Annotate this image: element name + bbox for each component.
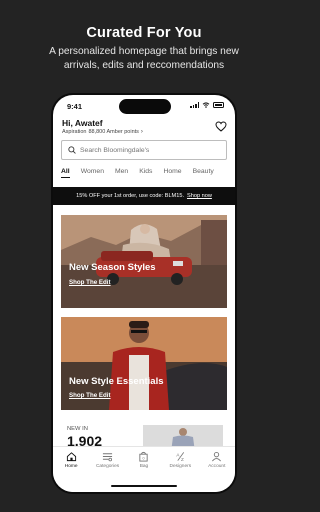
offer-banner: 15% OFF your 1st order, use code: BLM15.… <box>53 187 235 205</box>
nav-label: Designers <box>169 464 192 469</box>
loyalty-status[interactable]: Aspiration 88,800 Amber points › <box>62 129 143 135</box>
nav-label: Home <box>64 464 78 469</box>
promo-card-new-season[interactable]: New Season Styles Shop The Edit <box>61 215 227 308</box>
chevron-right-icon: › <box>140 129 143 135</box>
shop-the-edit-link[interactable]: Shop The Edit <box>69 279 111 286</box>
signal-icon <box>190 102 199 108</box>
loyalty-points: 88,800 Amber points <box>88 129 139 135</box>
nav-home[interactable]: Home <box>54 451 88 492</box>
svg-text:0: 0 <box>143 457 145 461</box>
promo-subtitle: A personalized homepage that brings new … <box>49 46 239 71</box>
home-indicator <box>111 484 177 487</box>
tab-home[interactable]: Home <box>163 168 181 178</box>
status-time: 9:41 <box>67 102 83 111</box>
greeting: Hi, Awatef <box>62 118 103 128</box>
tab-all[interactable]: All <box>61 168 70 178</box>
nav-label: Categories <box>95 464 120 469</box>
tab-men[interactable]: Men <box>115 168 128 178</box>
phone-frame: 9:41 Hi, Awatef Aspiration 88,800 Amber … <box>53 95 235 492</box>
heart-icon[interactable] <box>215 121 227 132</box>
card-title: New Season Styles <box>69 262 156 273</box>
wifi-icon <box>202 102 210 108</box>
promo-card-style-essentials[interactable]: New Style Essentials Shop The Edit <box>61 317 227 410</box>
nav-label: Account <box>208 464 226 469</box>
nav-account[interactable]: Account <box>200 451 234 492</box>
search-input[interactable] <box>80 146 220 154</box>
phone-notch <box>119 99 171 114</box>
designers-icon: A Z <box>176 452 184 462</box>
search-icon <box>68 146 76 154</box>
tab-women[interactable]: Women <box>81 168 104 178</box>
home-icon <box>66 452 76 462</box>
battery-icon <box>213 102 224 108</box>
promo-title: Curated For You <box>86 25 202 41</box>
svg-text:Z: Z <box>181 457 184 462</box>
svg-text:A: A <box>176 453 180 458</box>
categories-icon <box>102 453 113 462</box>
new-in-label: NEW IN <box>67 426 88 432</box>
card-title: New Style Essentials <box>69 376 164 387</box>
status-icons <box>190 102 224 108</box>
nav-label: Bag <box>139 464 149 469</box>
tab-kids[interactable]: Kids <box>139 168 152 178</box>
shop-the-edit-link[interactable]: Shop The Edit <box>69 392 111 399</box>
tab-beauty[interactable]: Beauty <box>193 168 214 178</box>
account-icon <box>212 452 222 462</box>
search-bar[interactable] <box>61 140 227 160</box>
offer-shop-now-link[interactable]: Shop now <box>187 193 212 199</box>
loyalty-tier: Aspiration <box>62 129 87 135</box>
offer-text: 15% OFF your 1st order, use code: BLM15. <box>76 193 184 199</box>
bag-icon: 0 <box>139 451 149 462</box>
category-tabs: All Women Men Kids Home Beauty <box>61 168 225 178</box>
